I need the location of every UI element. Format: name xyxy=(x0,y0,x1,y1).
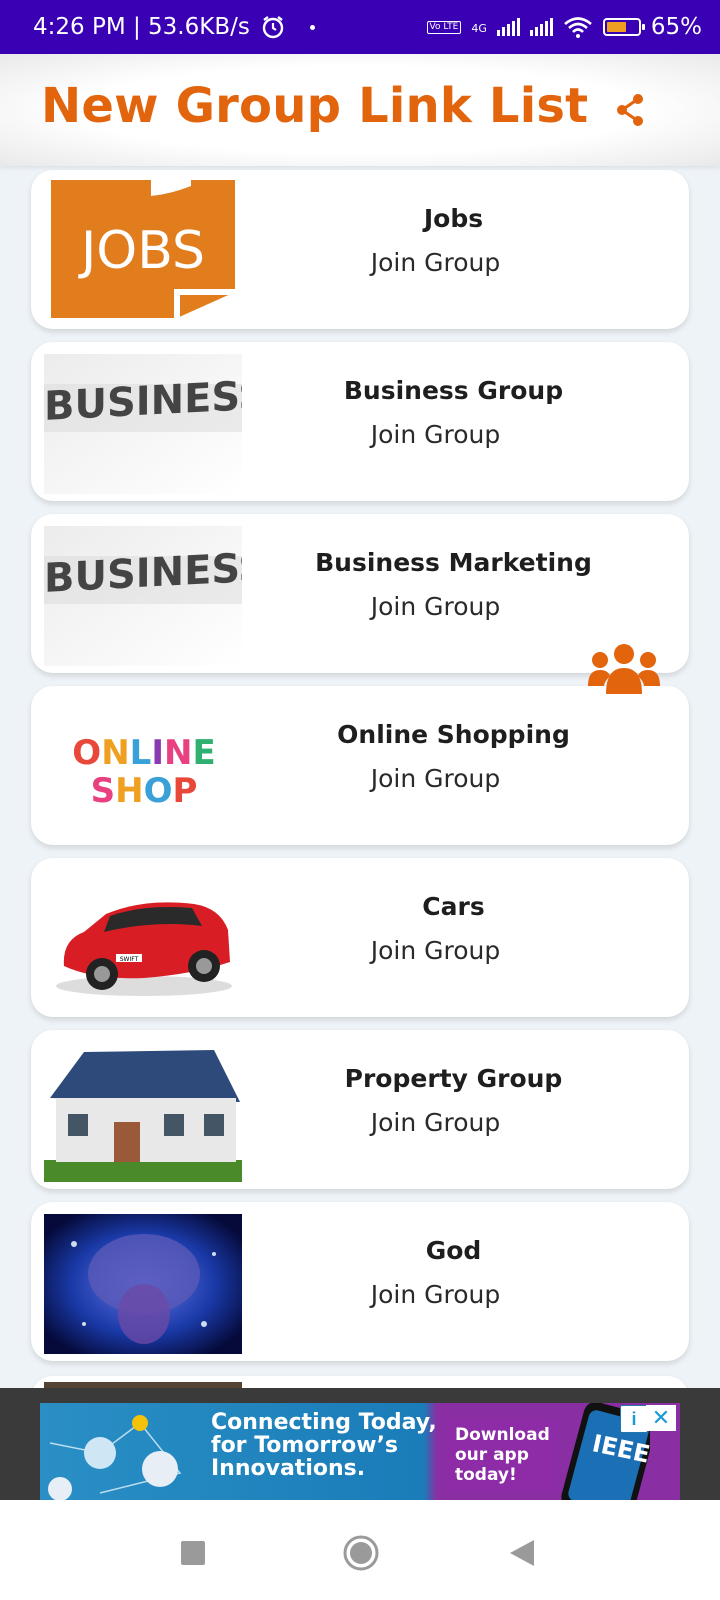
join-group-link[interactable]: Join Group xyxy=(246,936,625,965)
status-bar-right: Vo LTE 4G 65% xyxy=(426,14,702,40)
status-bar-left: 4:26 PM | 53.6KB/s xyxy=(33,14,315,40)
business-image: BUSINESS xyxy=(44,526,242,666)
group-card-property-group[interactable]: Property Group Join Group xyxy=(31,1030,689,1189)
join-group-link[interactable]: Join Group xyxy=(246,764,625,793)
group-icon[interactable] xyxy=(588,642,660,694)
join-group-link[interactable]: Join Group xyxy=(246,592,625,621)
card-text: Property Group Join Group xyxy=(246,1030,689,1189)
group-card-cars[interactable]: SWIFT Cars Join Group xyxy=(31,858,689,1017)
back-icon[interactable] xyxy=(508,1538,536,1568)
volte-badge: Vo LTE xyxy=(426,20,462,34)
share-icon[interactable] xyxy=(614,92,646,128)
group-card-partial[interactable] xyxy=(31,1376,689,1388)
status-time-speed: 4:26 PM | 53.6KB/s xyxy=(33,14,250,40)
card-text: Business Group Join Group xyxy=(246,342,689,501)
status-bar: 4:26 PM | 53.6KB/s Vo LTE 4G 65% xyxy=(0,0,720,54)
group-title: Cars xyxy=(422,892,485,921)
signal-2-icon xyxy=(529,18,553,36)
recents-icon[interactable] xyxy=(180,1540,206,1566)
battery-percent: 65% xyxy=(650,14,702,40)
ad-download-button[interactable]: Download our app today! xyxy=(447,1419,557,1491)
jobs-image: JOBS xyxy=(51,180,235,318)
group-title: Business Group xyxy=(343,376,564,405)
join-group-link[interactable]: Join Group xyxy=(246,1108,625,1137)
group-title: God xyxy=(425,1236,482,1265)
group-title: Business Marketing xyxy=(315,548,592,577)
card-text: God Join Group xyxy=(246,1202,689,1361)
god-image xyxy=(44,1214,242,1354)
ad-close-icon[interactable]: ✕ xyxy=(646,1405,676,1431)
group-card-online-shopping[interactable]: ONLINE SHOP Online Shopping Join Group xyxy=(31,686,689,845)
business-image: BUSINESS xyxy=(44,354,242,494)
wifi-icon xyxy=(564,17,592,38)
app-bar: New Group Link List xyxy=(0,54,720,166)
house-thumbnail xyxy=(44,1042,242,1182)
ad-network-graphic xyxy=(48,1415,182,1501)
home-icon[interactable] xyxy=(342,1534,380,1572)
group-title: Jobs xyxy=(423,204,484,233)
business-thumbnail: BUSINESS xyxy=(44,354,242,494)
group-card-business-group[interactable]: BUSINESS Business Group Join Group xyxy=(31,342,689,501)
card-text: Jobs Join Group xyxy=(246,170,689,329)
god-thumbnail xyxy=(44,1214,242,1354)
ad-banner[interactable]: Connecting Today, for Tomorrow’s Innovat… xyxy=(40,1403,680,1501)
online-shop-image-text-2: SHOP xyxy=(91,771,198,811)
car-image: SWIFT xyxy=(44,870,242,1010)
card-text: Cars Join Group xyxy=(246,858,689,1017)
group-card-god[interactable]: God Join Group xyxy=(31,1202,689,1361)
house-image xyxy=(44,1042,242,1182)
jobs-thumbnail: JOBS xyxy=(51,180,235,318)
business-thumbnail: BUSINESS xyxy=(44,526,242,666)
battery-level xyxy=(606,22,627,32)
online-shop-thumbnail: ONLINE SHOP xyxy=(44,698,242,838)
group-list[interactable]: JOBS Jobs Join Group BUSINESS Business G… xyxy=(0,166,720,1388)
car-plate-text: SWIFT xyxy=(120,956,139,963)
signal-1-icon xyxy=(496,18,520,36)
battery-icon xyxy=(602,18,645,36)
ad-headline: Connecting Today, for Tomorrow’s Innovat… xyxy=(211,1410,437,1481)
group-card-jobs[interactable]: JOBS Jobs Join Group xyxy=(31,170,689,329)
navigation-bar xyxy=(0,1500,720,1600)
join-group-link[interactable]: Join Group xyxy=(246,248,625,277)
card-text: Online Shopping Join Group xyxy=(246,686,689,845)
group-title: Property Group xyxy=(344,1064,563,1093)
car-thumbnail: SWIFT xyxy=(44,870,242,1010)
network-type: 4G xyxy=(471,22,487,35)
join-group-link[interactable]: Join Group xyxy=(246,420,625,449)
group-title: Online Shopping xyxy=(337,720,570,749)
ad-info-icon[interactable]: i xyxy=(620,1405,648,1433)
jobs-image-text: JOBS xyxy=(78,221,205,281)
online-shop-image-text: ONLINE xyxy=(72,733,215,773)
join-group-link[interactable]: Join Group xyxy=(246,1280,625,1309)
online-shop-image: ONLINE SHOP xyxy=(44,698,242,838)
page-title: New Group Link List xyxy=(41,78,589,134)
notification-dot xyxy=(309,24,315,30)
alarm-icon xyxy=(262,16,284,39)
ad-area: Connecting Today, for Tomorrow’s Innovat… xyxy=(0,1388,720,1501)
